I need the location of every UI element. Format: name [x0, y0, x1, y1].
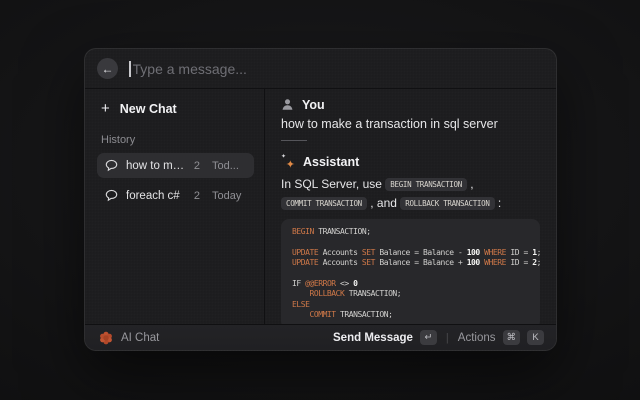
sql-code-block: BEGIN TRANSACTION; UPDATE Accounts SET B… [281, 219, 540, 324]
history-item-date: Tod... [212, 160, 246, 172]
code-line: ELSE [292, 300, 529, 310]
history-item-date: Today [212, 190, 246, 202]
app-name-label: AI Chat [121, 332, 159, 344]
inline-code-chip: BEGIN TRANSACTION [385, 178, 467, 191]
intro-text-segment: , and [367, 196, 400, 210]
code-line: BEGIN TRANSACTION; [292, 227, 529, 237]
actions-button[interactable]: Actions ⌘ K [458, 330, 544, 345]
ai-chat-app-icon [99, 331, 113, 345]
plus-icon: + [101, 101, 110, 116]
sidebar: + New Chat History how to make a transa.… [85, 89, 265, 324]
message-input-bar: ← [85, 49, 556, 89]
user-message-text: how to make a transaction in sql server [281, 117, 540, 131]
intro-text-segment: , [467, 177, 474, 191]
code-line: IF @@ERROR <> 0 [292, 279, 529, 289]
history-item-count: 2 [194, 160, 200, 172]
new-chat-button[interactable]: + New Chat [97, 99, 254, 118]
user-message-header: You [281, 97, 540, 112]
code-line: COMMIT TRANSACTION; [292, 310, 529, 320]
code-line: ROLLBACK TRANSACTION; [292, 289, 529, 299]
chat-transcript: You how to make a transaction in sql ser… [265, 89, 556, 324]
inline-code-chip: ROLLBACK TRANSACTION [400, 197, 494, 210]
message-divider [281, 140, 307, 141]
code-line [292, 237, 529, 247]
chat-bubble-icon [105, 189, 118, 202]
code-line: UPDATE Accounts SET Balance = Balance + … [292, 258, 529, 268]
history-item[interactable]: foreach c# 2 Today [97, 183, 254, 208]
actions-label: Actions [458, 332, 496, 344]
status-bar: AI Chat Send Message ↵ | Actions ⌘ K [85, 324, 556, 350]
k-key-icon: K [527, 330, 544, 345]
history-section-label: History [101, 134, 254, 146]
ai-chat-window: ← + New Chat History how to make a trans… [84, 48, 557, 351]
history-item-title: how to make a transa... [126, 160, 186, 172]
text-caret [129, 61, 131, 77]
back-button[interactable]: ← [97, 58, 118, 79]
code-line [292, 269, 529, 279]
history-item[interactable]: how to make a transa... 2 Tod... [97, 153, 254, 178]
intro-text-segment: In SQL Server, use [281, 177, 385, 191]
chat-bubble-icon [105, 159, 118, 172]
footer-separator: | [446, 332, 449, 344]
history-item-count: 2 [194, 190, 200, 202]
assistant-message-header: ✦✦ Assistant [281, 154, 540, 169]
send-message-button[interactable]: Send Message ↵ [333, 330, 437, 345]
intro-text-segment: : [495, 196, 502, 210]
command-key-icon: ⌘ [503, 330, 521, 345]
code-line: UPDATE Accounts SET Balance = Balance - … [292, 248, 529, 258]
send-message-label: Send Message [333, 332, 413, 344]
message-input[interactable] [133, 61, 545, 77]
user-avatar-icon [281, 98, 294, 111]
history-item-title: foreach c# [126, 190, 186, 202]
assistant-intro-text: In SQL Server, use BEGIN TRANSACTION , C… [281, 175, 540, 213]
back-arrow-icon: ← [102, 63, 114, 75]
user-name: You [302, 98, 325, 112]
new-chat-label: New Chat [120, 102, 177, 116]
assistant-name: Assistant [303, 155, 359, 169]
return-key-icon: ↵ [420, 330, 437, 345]
inline-code-chip: COMMIT TRANSACTION [281, 197, 367, 210]
sparkle-icon: ✦✦ [281, 155, 295, 169]
